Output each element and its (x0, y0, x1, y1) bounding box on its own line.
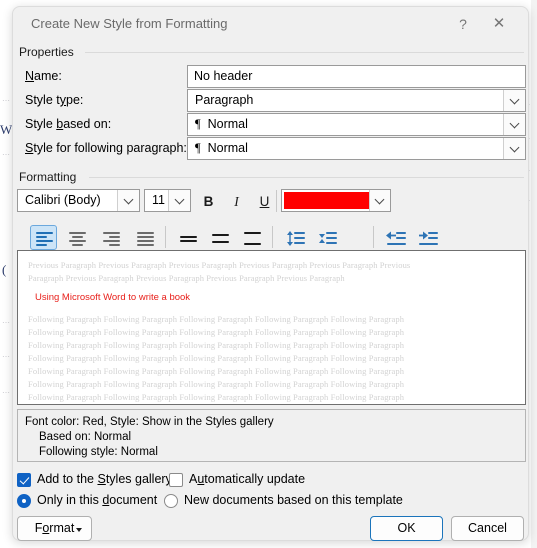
bg-text-fragment: ⋯ (2, 352, 11, 361)
font-size-combo[interactable]: 11 (144, 189, 191, 212)
increase-paragraph-spacing-button[interactable] (281, 225, 308, 250)
add-to-styles-gallery-label: Add to the Styles gallery (37, 472, 172, 486)
create-new-style-dialog: Create New Style from Formatting ? ✕ Pro… (12, 6, 529, 541)
new-documents-radio[interactable] (164, 494, 178, 508)
decrease-indent-button[interactable] (382, 225, 409, 250)
font-size-value: 11 (152, 193, 165, 207)
chevron-down-icon[interactable] (369, 190, 390, 211)
chevron-down-icon[interactable] (168, 190, 190, 211)
align-center-button[interactable] (64, 225, 91, 250)
style-based-on-label: Style based on: (25, 117, 112, 131)
following-paragraph-line: Following Paragraph Following Paragraph … (28, 379, 405, 389)
automatically-update-label: Automatically update (189, 472, 306, 486)
style-type-combo[interactable]: Paragraph (187, 89, 526, 112)
toolbar-divider (276, 190, 277, 212)
following-paragraph-line: Following Paragraph Following Paragraph … (28, 392, 405, 402)
bg-text-fragment: ⋯ (2, 318, 11, 327)
chevron-down-icon[interactable] (503, 114, 525, 135)
toolbar-divider (272, 226, 273, 248)
formatting-group-rule (89, 177, 524, 178)
bold-button[interactable]: B (196, 189, 221, 213)
line-spacing-single-button[interactable] (174, 225, 201, 250)
only-this-document-radio[interactable] (17, 494, 31, 508)
align-right-button[interactable] (98, 225, 125, 250)
following-paragraph-line: Following Paragraph Following Paragraph … (28, 314, 405, 324)
previous-paragraph-line: Previous Paragraph Previous Paragraph Pr… (28, 260, 411, 270)
dialog-titlebar[interactable]: Create New Style from Formatting ? ✕ (13, 7, 528, 41)
caret-down-icon (76, 528, 82, 532)
align-justify-button[interactable] (132, 225, 159, 250)
up-down-arrow-icon (287, 231, 293, 246)
style-type-label: Style type: (25, 93, 84, 107)
name-label: Name: (25, 69, 62, 83)
properties-group-label: Properties (19, 45, 80, 59)
background-right-edge (531, 0, 537, 548)
description-line-3: Following style: Normal (39, 446, 158, 458)
arrow-right-icon (419, 231, 428, 240)
cancel-button[interactable]: Cancel (451, 516, 524, 541)
style-description-box: Font color: Red, Style: Show in the Styl… (17, 409, 526, 462)
bg-text-fragment: ( (2, 262, 8, 277)
toolbar-divider (373, 226, 374, 248)
previous-paragraph-line: Paragraph Previous Paragraph Previous Pa… (28, 273, 345, 283)
italic-button[interactable]: I (224, 189, 249, 213)
new-documents-label: New documents based on this template (184, 493, 403, 507)
add-to-styles-gallery-checkbox[interactable] (17, 473, 31, 487)
formatting-group-label: Formatting (19, 170, 83, 184)
style-based-on-value: ¶ Normal (195, 117, 248, 131)
font-family-value: Calibri (Body) (25, 193, 101, 207)
description-line-1: Font color: Red, Style: Show in the Styl… (25, 416, 274, 428)
font-color-picker[interactable] (281, 189, 391, 212)
style-based-on-combo[interactable]: ¶ Normal (187, 113, 526, 136)
following-paragraph-line: Following Paragraph Following Paragraph … (28, 366, 405, 376)
style-following-value: ¶ Normal (195, 141, 248, 155)
name-input[interactable]: No header (187, 65, 526, 88)
ok-button[interactable]: OK (370, 516, 443, 541)
following-paragraph-line: Following Paragraph Following Paragraph … (28, 327, 405, 337)
align-left-button[interactable] (30, 225, 57, 250)
chevron-down-icon[interactable] (503, 90, 525, 111)
font-color-swatch[interactable] (284, 192, 369, 209)
pilcrow-icon: ¶ (195, 141, 201, 155)
help-icon[interactable]: ? (450, 13, 476, 35)
font-family-combo[interactable]: Calibri (Body) (17, 189, 140, 212)
style-preview-pane: Previous Paragraph Previous Paragraph Pr… (17, 250, 526, 405)
arrow-left-icon (386, 231, 396, 240)
style-type-value: Paragraph (195, 93, 254, 107)
decrease-paragraph-spacing-button[interactable] (313, 225, 340, 250)
dialog-title: Create New Style from Formatting (31, 16, 228, 31)
bg-text-fragment: ⋯ (2, 96, 11, 105)
format-button-label: Format (34, 521, 75, 535)
bg-text-fragment: ⋯ (2, 150, 11, 159)
toolbar-divider (165, 226, 166, 248)
pilcrow-icon: ¶ (195, 117, 201, 131)
chevron-down-icon[interactable] (503, 138, 525, 159)
description-line-2: Based on: Normal (39, 431, 132, 443)
format-button[interactable]: Format (17, 516, 92, 541)
increase-indent-button[interactable] (414, 225, 441, 250)
following-paragraph-line: Following Paragraph Following Paragraph … (28, 353, 405, 363)
style-following-combo[interactable]: ¶ Normal (187, 137, 526, 160)
only-this-document-label: Only in this document (37, 493, 158, 507)
underline-button[interactable]: U (252, 189, 277, 213)
automatically-update-checkbox[interactable] (169, 473, 183, 487)
sample-text: Using Microsoft Word to write a book (35, 292, 191, 303)
line-spacing-1-5-button[interactable] (206, 225, 233, 250)
close-icon[interactable]: ✕ (486, 13, 512, 35)
style-following-label: Style for following paragraph: (25, 141, 187, 155)
following-paragraph-line: Following Paragraph Following Paragraph … (28, 340, 405, 350)
down-up-arrow-icon (319, 234, 325, 243)
line-spacing-double-button[interactable] (238, 225, 265, 250)
bg-text-fragment: ⋯ (2, 388, 11, 397)
chevron-down-icon[interactable] (117, 190, 139, 211)
properties-group-rule (85, 52, 524, 53)
